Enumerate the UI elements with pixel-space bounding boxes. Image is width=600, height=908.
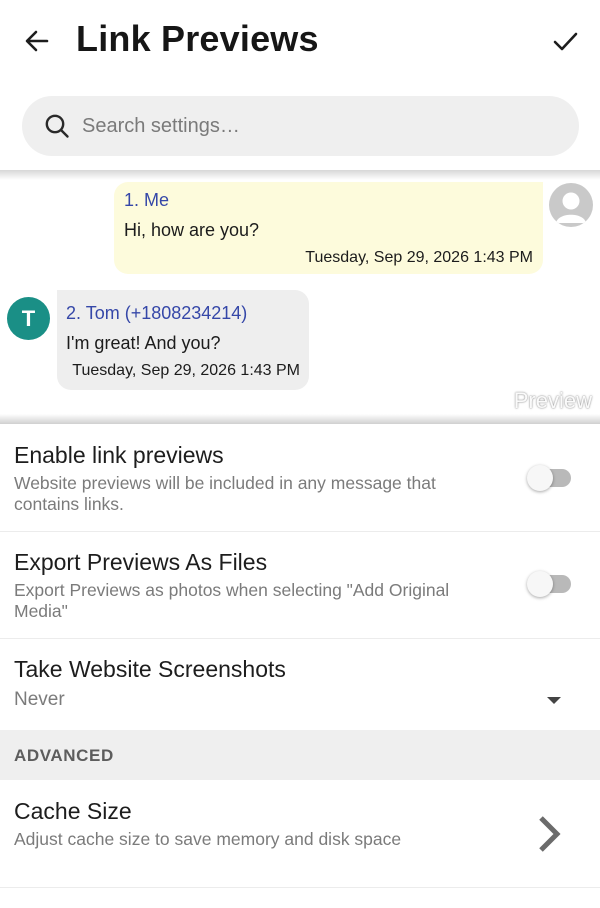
sender-name: 2. Tom (+1808234214) xyxy=(66,303,248,323)
enable-link-previews-toggle[interactable] xyxy=(527,465,571,491)
setting-website-screenshots[interactable]: Take Website Screenshots Never xyxy=(0,639,600,730)
export-previews-toggle[interactable] xyxy=(527,571,571,597)
message-timestamp: Tuesday, Sep 29, 2026 1:43 PM xyxy=(305,249,533,266)
setting-title: Enable link previews xyxy=(14,442,224,468)
preview-label: Preview xyxy=(513,388,592,413)
sender-name: 1. Me xyxy=(124,190,170,210)
search-bar[interactable] xyxy=(22,96,579,156)
message-text: Hi, how are you? xyxy=(124,220,260,240)
divider xyxy=(0,414,600,424)
search-icon xyxy=(45,114,69,138)
page-title: Link Previews xyxy=(76,18,319,59)
message-timestamp: Tuesday, Sep 29, 2026 1:43 PM xyxy=(72,362,300,379)
arrow-left-icon xyxy=(25,30,49,52)
chevron-down-icon[interactable] xyxy=(547,697,561,704)
message-bubble-me: 1. Me Hi, how are you? Tuesday, Sep 29, … xyxy=(114,182,543,274)
setting-title: Take Website Screenshots xyxy=(14,656,286,682)
setting-title: Export Previews As Files xyxy=(14,549,268,575)
confirm-button[interactable] xyxy=(548,24,582,58)
toggle-knob xyxy=(527,465,553,491)
screenshots-dropdown-value[interactable]: Never xyxy=(14,689,484,710)
check-icon xyxy=(553,32,578,51)
divider xyxy=(0,170,600,180)
message-text: I'm great! And you? xyxy=(66,333,221,353)
setting-subtitle: Adjust cache size to save memory and dis… xyxy=(14,829,402,849)
setting-export-previews[interactable]: Export Previews As Files Export Previews… xyxy=(0,532,600,639)
toggle-knob xyxy=(527,571,553,597)
chat-preview: 1. Me Hi, how are you? Tuesday, Sep 29, … xyxy=(0,170,600,424)
back-button[interactable] xyxy=(20,24,54,58)
message-bubble-tom: 2. Tom (+1808234214) I'm great! And you?… xyxy=(57,290,309,390)
person-icon xyxy=(556,192,586,223)
avatar-tom: T xyxy=(7,297,50,340)
setting-subtitle: Website previews will be included in any… xyxy=(14,473,436,514)
chevron-right-icon[interactable] xyxy=(536,814,562,854)
setting-title: Cache Size xyxy=(14,798,132,824)
setting-enable-link-previews[interactable]: Enable link previews Website previews wi… xyxy=(0,424,600,532)
top-app-bar: Link Previews xyxy=(0,0,600,82)
section-title: ADVANCED xyxy=(14,746,114,765)
avatar xyxy=(549,183,593,227)
setting-subtitle: Export Previews as photos when selecting… xyxy=(14,580,450,621)
search-input[interactable] xyxy=(82,96,552,156)
setting-cache-size[interactable]: Cache Size Adjust cache size to save mem… xyxy=(0,780,600,888)
section-header-advanced: ADVANCED xyxy=(0,730,600,780)
